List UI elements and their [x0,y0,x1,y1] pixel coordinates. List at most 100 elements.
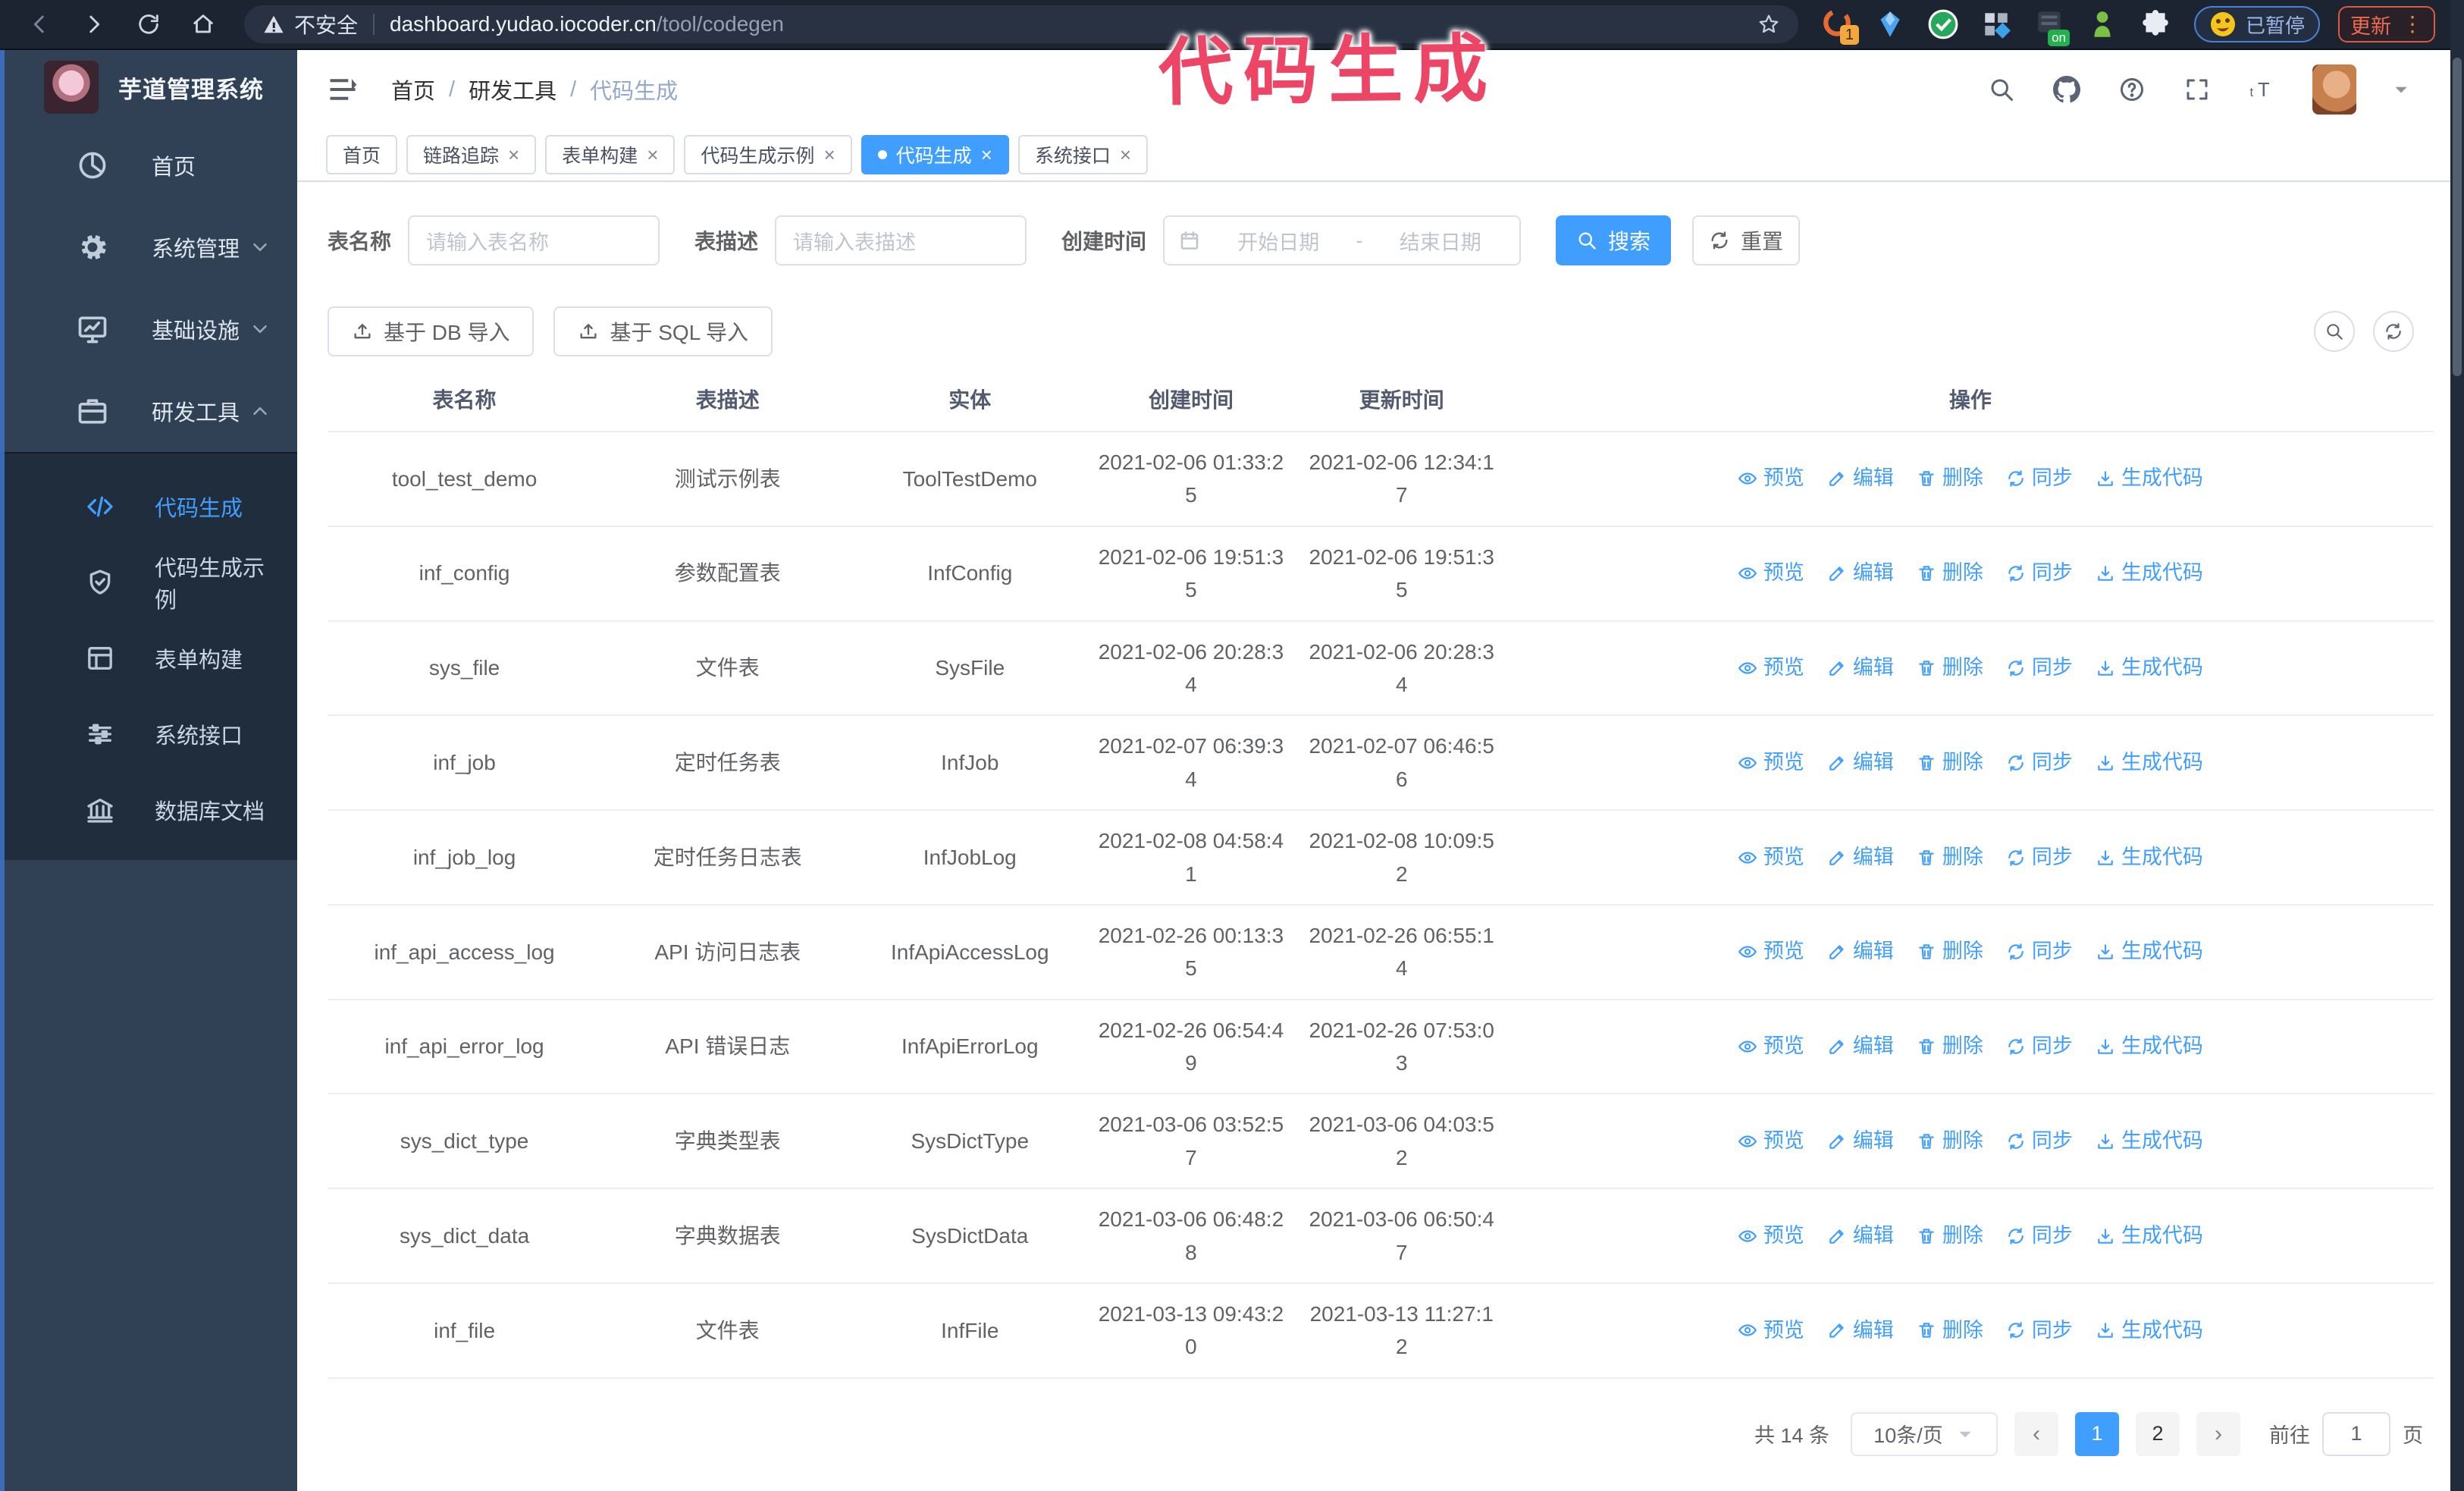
action-sync-link[interactable]: 同步 [2006,936,2073,968]
table-desc-input[interactable]: 请输入表描述 [775,215,1027,265]
search-icon[interactable] [1986,74,2017,105]
browser-update-button[interactable]: 更新 ⋮ [2338,6,2436,42]
action-generate-link[interactable]: 生成代码 [2096,747,2203,779]
action-delete-link[interactable]: 删除 [1917,557,1983,589]
action-delete-link[interactable]: 删除 [1917,1031,1983,1063]
action-delete-link[interactable]: 删除 [1917,1125,1983,1157]
date-range-picker[interactable]: 开始日期 - 结束日期 [1163,215,1522,265]
page-scrollbar[interactable] [2450,0,2464,1491]
reset-button[interactable]: 重置 [1692,215,1801,265]
browser-back-icon[interactable] [24,9,55,39]
prev-page-button[interactable]: ‹ [2014,1411,2058,1456]
submenu-item-2[interactable]: 表单构建 [0,620,297,696]
action-delete-link[interactable]: 删除 [1917,936,1983,968]
action-preview-link[interactable]: 预览 [1738,842,1804,874]
extension-gem-icon[interactable] [1874,8,1906,40]
sql-import-button[interactable]: 基于 SQL 导入 [553,306,773,356]
tab-close-icon[interactable]: × [823,145,835,165]
action-sync-link[interactable]: 同步 [2006,1125,2073,1157]
scrollbar-thumb[interactable] [2453,58,2462,376]
tab-4[interactable]: 代码生成 × [861,135,1009,174]
sidebar-item-3[interactable]: 研发工具 [0,370,297,452]
hamburger-icon[interactable] [326,73,359,106]
page-size-select[interactable]: 10条/页 [1851,1411,1998,1456]
table-name-input[interactable]: 请输入表名称 [408,215,660,265]
avatar-caret-icon[interactable] [2391,80,2411,99]
action-preview-link[interactable]: 预览 [1738,1220,1804,1252]
submenu-item-4[interactable]: 数据库文档 [0,772,297,848]
action-delete-link[interactable]: 删除 [1917,1220,1983,1252]
action-sync-link[interactable]: 同步 [2006,557,2073,589]
action-delete-link[interactable]: 删除 [1917,1315,1983,1347]
github-icon[interactable] [2052,74,2082,105]
action-generate-link[interactable]: 生成代码 [2096,1315,2203,1347]
bookmark-star-icon[interactable] [1757,13,1780,36]
tab-close-icon[interactable]: × [508,145,519,165]
db-import-button[interactable]: 基于 DB 导入 [328,306,534,356]
action-generate-link[interactable]: 生成代码 [2096,652,2203,684]
action-edit-link[interactable]: 编辑 [1827,842,1894,874]
tab-1[interactable]: 链路追踪 × [406,135,537,174]
action-sync-link[interactable]: 同步 [2006,747,2073,779]
action-sync-link[interactable]: 同步 [2006,1315,2073,1347]
action-sync-link[interactable]: 同步 [2006,463,2073,494]
action-delete-link[interactable]: 删除 [1917,842,1983,874]
action-edit-link[interactable]: 编辑 [1827,463,1894,494]
extension-check-icon[interactable] [1927,8,1959,40]
tab-5[interactable]: 系统接口 × [1017,135,1149,174]
browser-menu-dots-icon[interactable]: ⋮ [2402,14,2423,35]
sidebar-item-2[interactable]: 基础设施 [0,288,297,370]
sidebar-item-1[interactable]: 系统管理 [0,206,297,288]
action-delete-link[interactable]: 删除 [1917,652,1983,684]
extension-orange-icon[interactable]: 1 [1821,8,1859,45]
extensions-puzzle-icon[interactable] [2140,8,2171,40]
action-delete-link[interactable]: 删除 [1917,463,1983,494]
action-edit-link[interactable]: 编辑 [1827,652,1894,684]
action-generate-link[interactable]: 生成代码 [2096,936,2203,968]
action-preview-link[interactable]: 预览 [1738,557,1804,589]
action-sync-link[interactable]: 同步 [2006,1031,2073,1063]
fullscreen-icon[interactable] [2182,74,2212,105]
action-preview-link[interactable]: 预览 [1738,747,1804,779]
action-preview-link[interactable]: 预览 [1738,652,1804,684]
action-generate-link[interactable]: 生成代码 [2096,1031,2203,1063]
tab-2[interactable]: 表单构建 × [545,135,676,174]
next-page-button[interactable]: › [2196,1411,2240,1456]
action-generate-link[interactable]: 生成代码 [2096,557,2203,589]
search-button[interactable]: 搜索 [1556,215,1672,265]
breadcrumb-item[interactable]: 研发工具 [469,74,556,105]
submenu-item-3[interactable]: 系统接口 [0,696,297,772]
action-sync-link[interactable]: 同步 [2006,842,2073,874]
extension-dark-icon[interactable]: on [2033,8,2070,46]
tab-0[interactable]: 首页 [326,135,398,174]
action-edit-link[interactable]: 编辑 [1827,1315,1894,1347]
help-icon[interactable] [2117,74,2147,105]
avatar[interactable] [2312,64,2356,115]
address-bar[interactable]: 不安全 dashboard.yudao.iocoder.cn /tool/cod… [244,5,1798,43]
tab-close-icon[interactable]: × [981,145,992,165]
tab-3[interactable]: 代码生成示例 × [684,135,852,174]
action-preview-link[interactable]: 预览 [1738,1315,1804,1347]
breadcrumb-item[interactable]: 首页 [391,74,435,105]
action-generate-link[interactable]: 生成代码 [2096,1125,2203,1157]
page-button-1[interactable]: 1 [2075,1411,2119,1456]
action-delete-link[interactable]: 删除 [1917,747,1983,779]
action-edit-link[interactable]: 编辑 [1827,1220,1894,1252]
action-edit-link[interactable]: 编辑 [1827,936,1894,968]
extension-green-figure-icon[interactable] [2086,8,2118,40]
profile-paused-pill[interactable]: 已暂停 [2194,6,2321,42]
action-edit-link[interactable]: 编辑 [1827,557,1894,589]
action-edit-link[interactable]: 编辑 [1827,1031,1894,1063]
sidebar-item-0[interactable]: 首页 [0,124,297,206]
action-preview-link[interactable]: 预览 [1738,463,1804,494]
browser-reload-icon[interactable] [133,9,164,39]
page-button-2[interactable]: 2 [2136,1411,2180,1456]
refresh-table-button[interactable] [2373,311,2414,352]
action-sync-link[interactable]: 同步 [2006,1220,2073,1252]
goto-page-input[interactable] [2322,1411,2390,1456]
toggle-search-button[interactable] [2314,311,2355,352]
tab-close-icon[interactable]: × [647,145,658,165]
action-preview-link[interactable]: 预览 [1738,1125,1804,1157]
font-size-icon[interactable]: tT [2247,74,2277,105]
action-generate-link[interactable]: 生成代码 [2096,1220,2203,1252]
